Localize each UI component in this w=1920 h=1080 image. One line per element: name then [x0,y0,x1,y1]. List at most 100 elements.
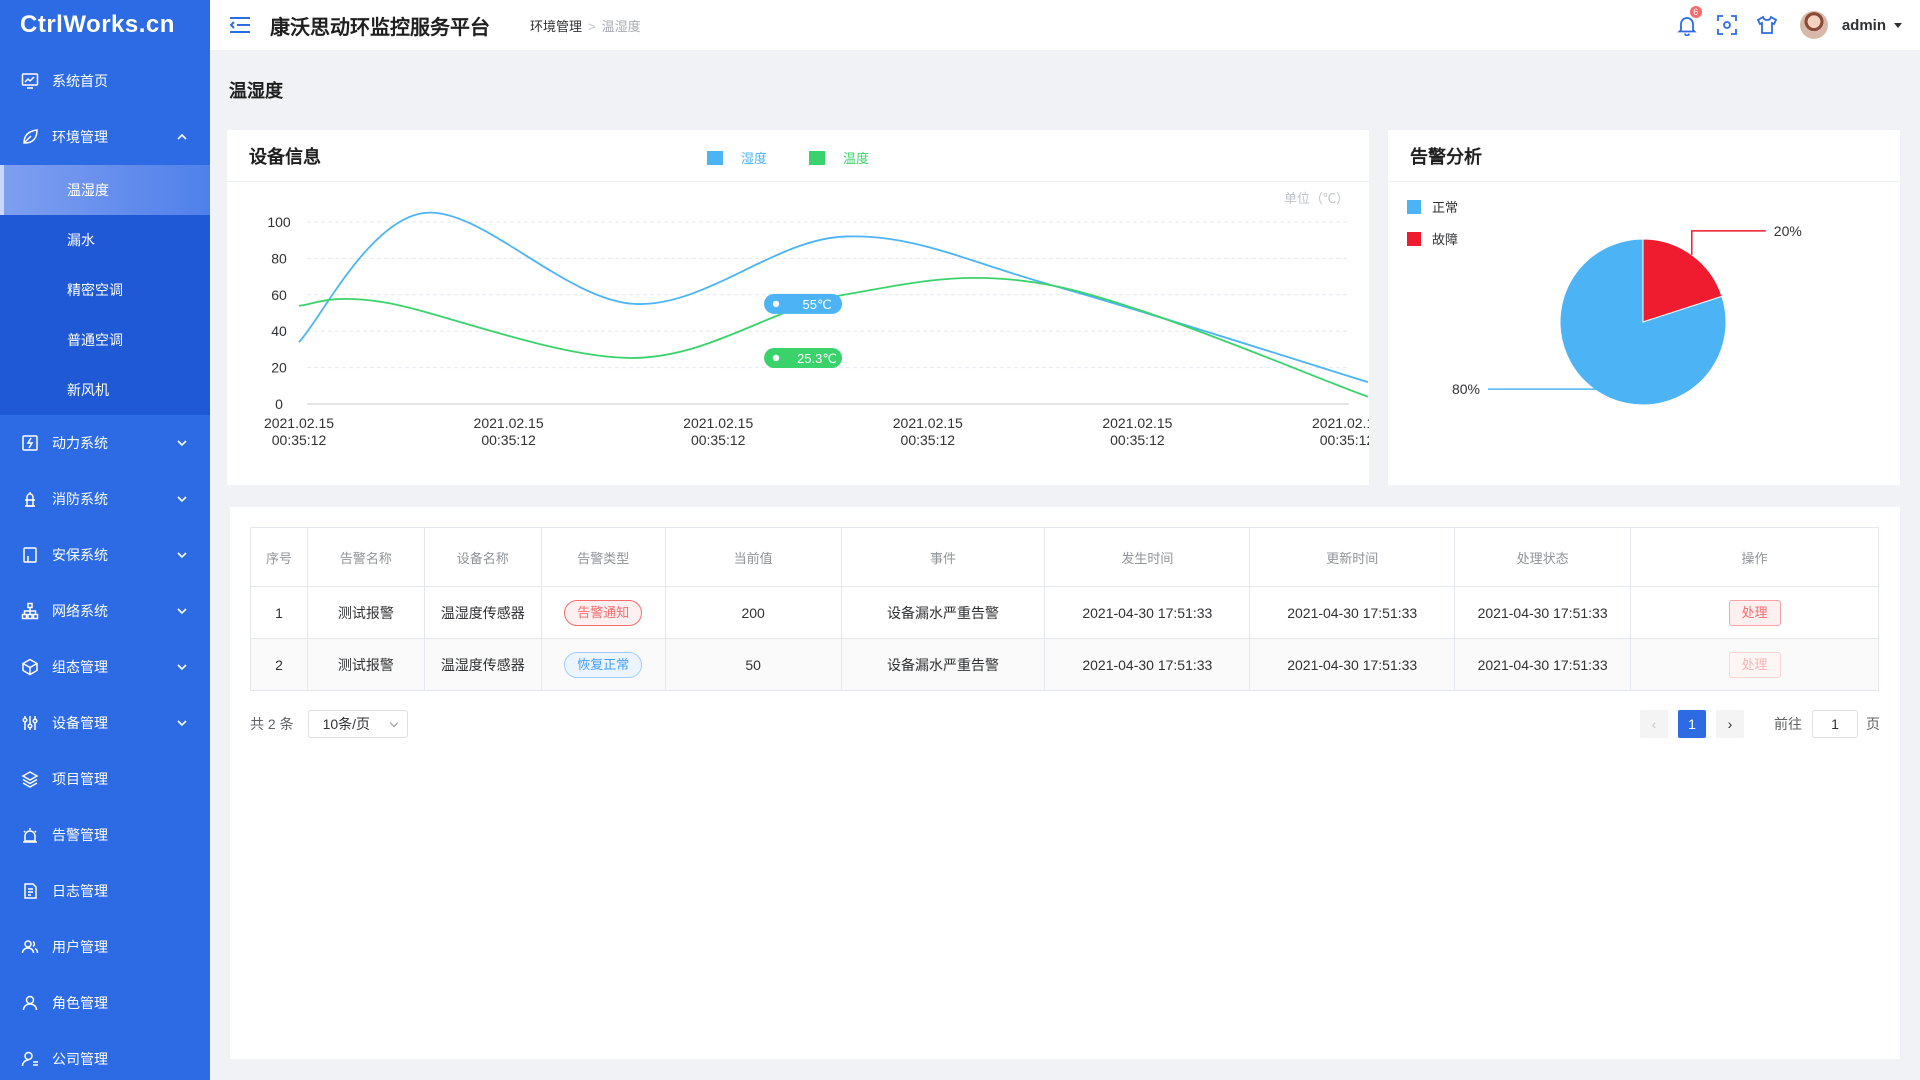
sidebar-item-environment[interactable]: 环境管理 [0,109,210,165]
sidebar-item-users[interactable]: 用户管理 [0,919,210,975]
device-info-header: 设备信息 湿度 温度 [227,130,1369,182]
column-header: 告警名称 [306,527,425,587]
log-doc-icon [20,881,40,901]
page-number[interactable]: 1 [1678,710,1706,738]
sidebar-item-configuration[interactable]: 组态管理 [0,639,210,695]
value-badge: 25.3℃ [764,347,843,368]
chevron-down-icon [177,608,187,615]
x-tick-label: 2021.02.1500:35:12 [474,415,544,448]
company-user-icon [20,1049,40,1069]
sidebar-subitem-precision-ac[interactable]: 精密空调 [0,265,210,315]
legend-swatch [1407,200,1421,214]
sidebar-item-label: 消防系统 [52,491,108,507]
x-tick-date: 2021.02.15 [264,415,334,431]
legend-swatch [809,150,826,165]
square-icon [20,545,40,565]
x-tick-time: 00:35:12 [1110,432,1165,448]
sidebar-item-fire[interactable]: 消防系统 [0,471,210,527]
chevron-up-icon [177,133,187,140]
column-header: 更新时间 [1249,527,1456,587]
sidebar-item-device[interactable]: 设备管理 [0,695,210,751]
sidebar-item-power[interactable]: 动力系统 [0,415,210,471]
value-badge-label: 25.3℃ [797,351,837,366]
cell-index: 2 [250,638,308,691]
header-actions: 6 admin [1658,0,1902,50]
x-tick-time: 00:35:12 [481,432,536,448]
page-size-value: 10条/页 [322,716,371,732]
legend-item-temperature[interactable]: 温度 [809,148,869,167]
sidebar-subitem-normal-ac[interactable]: 普通空调 [0,315,210,365]
legend-item-humidity[interactable]: 湿度 [707,148,767,167]
next-page-button[interactable]: › [1716,710,1744,738]
username: admin [1841,16,1886,34]
breadcrumb-item[interactable]: 环境管理 [530,19,582,34]
sidebar-item-project[interactable]: 项目管理 [0,751,210,807]
y-tick-label: 0 [275,396,283,412]
sidebar-subitem-temp-humidity[interactable]: 温湿度 [0,165,210,215]
prev-page-button[interactable]: ‹ [1640,710,1668,738]
network-icon [20,601,40,621]
sidebar-item-label: 项目管理 [52,771,108,787]
pie-label: 80% [1452,381,1480,397]
sidebar-item-roles[interactable]: 角色管理 [0,975,210,1031]
cell-alarm-name: 测试报警 [306,586,425,639]
x-tick-date: 2021.02.15 [474,415,544,431]
alarm-type-tag: 恢复正常 [564,651,643,678]
x-tick-time: 00:35:12 [691,432,746,448]
page-size-select[interactable]: 10条/页 [307,710,408,738]
handle-button[interactable]: 处理 [1728,651,1781,678]
pie-chart: 正常故障 20% 80% [1407,200,1802,406]
x-tick-label: 2021.02.1500:35:12 [893,415,963,448]
sidebar-subitem-water-leak[interactable]: 漏水 [0,215,210,265]
legend-label: 故障 [1432,232,1458,247]
page-title: 温湿度 [229,81,283,101]
cell-alarm-type: 告警通知 [540,586,666,639]
pie-label: 20% [1774,223,1802,239]
y-axis-unit-label: 单位（℃） [1284,191,1349,206]
column-header: 操作 [1630,527,1879,587]
value-badge-label: 55℃ [803,297,832,312]
card-title: 设备信息 [249,146,321,167]
sidebar-item-company[interactable]: 公司管理 [0,1031,210,1080]
sidebar-item-system-home[interactable]: 系统首页 [0,53,210,109]
app-title: 康沃思动环监控服务平台 [270,16,490,39]
sidebar-item-label: 告警管理 [52,827,108,843]
user-menu[interactable]: admin [1842,17,1902,34]
scan-focus-icon [1716,15,1737,35]
pagination-total: 共 2 条 10条/页 [250,710,408,738]
table-header-row: 序号 告警名称 设备名称 告警类型 当前值 事件 发生时间 更新时间 处理状态 … [250,527,1879,587]
sidebar-item-network[interactable]: 网络系统 [0,583,210,639]
cell-occur-time: 2021-04-30 17:51:33 [1044,638,1251,691]
goto-page-input[interactable]: 1 [1812,710,1858,738]
cell-occur-time: 2021-04-30 17:51:33 [1044,586,1251,639]
legend-label: 温度 [843,151,870,166]
notification-bell[interactable]: 6 [1676,6,1702,37]
chevron-down-icon [177,664,187,671]
sidebar-item-log[interactable]: 日志管理 [0,863,210,919]
theme-button[interactable] [1756,14,1778,36]
sidebar-item-label: 日志管理 [52,883,108,899]
total-count: 共 2 条 [250,716,294,732]
sidebar-item-security[interactable]: 安保系统 [0,527,210,583]
legend-swatch [707,150,723,165]
handle-button[interactable]: 处理 [1728,599,1781,626]
fullscreen-button[interactable] [1716,14,1738,36]
y-tick-label: 20 [271,360,287,376]
sidebar-subitem-fresh-air[interactable]: 新风机 [0,365,210,415]
cell-device-name: 温湿度传感器 [423,586,542,639]
cell-status: 2021-04-30 17:51:33 [1454,586,1632,639]
y-tick-label: 40 [271,323,287,339]
cell-current-value: 200 [664,586,842,639]
pie-label-line [1691,230,1766,255]
value-badge-dot [772,354,780,362]
sidebar-item-alarm[interactable]: 告警管理 [0,807,210,863]
menu-toggle-icon[interactable] [228,15,252,35]
value-badge: 55℃ [764,293,843,314]
chevron-down-icon [177,720,187,727]
cube-icon [20,657,40,677]
logo[interactable]: CtrlWorks.cn [0,0,210,50]
column-header: 处理状态 [1454,527,1632,587]
sidebar-item-label: 环境管理 [52,129,108,145]
alarm-analysis-card: 告警分析 正常 故障 20% 80% [1388,130,1900,485]
avatar[interactable] [1799,11,1828,39]
